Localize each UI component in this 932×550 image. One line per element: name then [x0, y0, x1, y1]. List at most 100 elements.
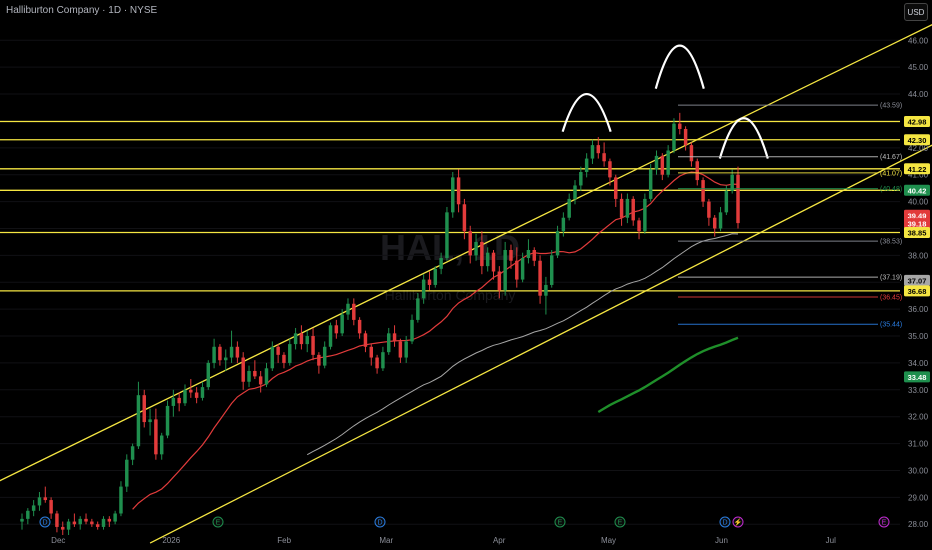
candle-body — [253, 370, 257, 377]
x-tick-label: Jun — [715, 536, 728, 545]
candle-body — [142, 395, 146, 423]
candle-body — [736, 174, 740, 224]
candle-body — [555, 231, 560, 256]
candle-body — [357, 319, 362, 334]
candle-body — [31, 505, 36, 511]
candle-body — [381, 352, 385, 369]
candle-body — [200, 387, 205, 398]
y-tick-label: 33.00 — [908, 386, 929, 395]
x-tick-label: Feb — [277, 536, 291, 545]
candle-body — [20, 518, 24, 522]
candle-body — [37, 497, 42, 506]
candle-body — [683, 128, 688, 146]
candle-body — [654, 155, 659, 170]
candle-body — [183, 389, 187, 404]
candle-body — [375, 357, 379, 369]
candle-body — [468, 231, 472, 256]
candle-body — [631, 198, 635, 221]
candle-body — [107, 518, 112, 522]
candle-body — [480, 241, 484, 267]
candle-body — [317, 354, 321, 366]
candle-body — [101, 518, 106, 527]
x-tick-label: May — [601, 536, 616, 545]
candle-body — [119, 486, 123, 514]
candle-body — [136, 395, 141, 447]
candle-body — [84, 518, 88, 522]
candle-body — [707, 201, 711, 218]
candle-body — [590, 145, 595, 159]
candle-body — [229, 346, 234, 358]
candle-body — [305, 336, 309, 345]
candle-body — [55, 513, 59, 527]
candle-body — [288, 344, 292, 363]
candle-body — [451, 177, 455, 213]
candle-body — [404, 341, 408, 358]
fib-level-label: (38.53) — [880, 239, 902, 246]
candle-body — [328, 325, 333, 347]
candle-body — [270, 346, 275, 369]
y-tick-label: 40.00 — [908, 198, 929, 207]
y-tick-label: 44.00 — [908, 90, 929, 99]
fib-level-label: (40.48) — [880, 186, 902, 193]
candle-body — [66, 521, 71, 530]
candle-body — [439, 258, 443, 269]
candle-body — [712, 217, 717, 229]
candle-body — [520, 258, 525, 280]
chart-background — [0, 0, 932, 550]
watermark-name: Halliburton Company — [385, 287, 516, 303]
candle-body — [614, 177, 618, 199]
price-tag-label: 41.22 — [908, 165, 927, 174]
candle-body — [410, 319, 414, 342]
event-marker-glyph: ⚡ — [734, 518, 743, 527]
y-tick-label: 38.00 — [908, 251, 929, 260]
candle-body — [247, 370, 251, 382]
y-tick-label: 31.00 — [908, 440, 929, 449]
candle-body — [648, 169, 653, 199]
candle-body — [311, 336, 315, 355]
price-tag-label: 37.07 — [908, 276, 927, 285]
price-chart[interactable]: HAL, 1D Halliburton Company (43.59)(41.6… — [0, 0, 932, 550]
currency-button[interactable]: USD — [904, 3, 928, 21]
candle-body — [299, 333, 304, 345]
candle-body — [602, 153, 606, 162]
candle-body — [386, 333, 391, 353]
candle-body — [433, 268, 438, 285]
candle-body — [212, 346, 216, 363]
candle-body — [125, 459, 129, 487]
candle-body — [264, 368, 269, 385]
candle-body — [26, 510, 30, 519]
price-tag-label: 38.85 — [908, 229, 927, 238]
x-tick-label: Apr — [493, 536, 506, 545]
event-marker-glyph: D — [377, 520, 382, 527]
candle-body — [456, 177, 461, 205]
candle-body — [293, 333, 298, 345]
x-tick-label: 2026 — [162, 536, 180, 545]
candle-body — [72, 521, 77, 525]
candle-body — [43, 497, 48, 501]
x-tick-label: Dec — [51, 536, 65, 545]
candle-body — [596, 145, 601, 154]
candle-body — [165, 405, 170, 436]
candle-body — [130, 446, 135, 460]
event-marker-glyph: E — [558, 520, 563, 527]
candle-body — [608, 161, 612, 178]
candle-body — [532, 249, 536, 261]
candle-body — [695, 161, 699, 181]
candle-body — [346, 303, 350, 315]
candle-body — [398, 341, 403, 358]
candle-body — [218, 346, 222, 361]
candle-body — [718, 212, 723, 229]
candle-body — [95, 524, 100, 527]
candle-body — [678, 123, 682, 129]
y-tick-label: 28.00 — [908, 520, 929, 529]
fib-level-label: (41.07) — [880, 170, 902, 177]
y-tick-label: 45.00 — [908, 63, 929, 72]
event-marker-glyph: D — [722, 520, 727, 527]
candle-body — [567, 198, 571, 218]
candle-body — [177, 397, 181, 404]
candle-body — [276, 346, 280, 355]
chart-title: Halliburton Company · 1D · NYSE — [6, 5, 158, 16]
event-marker-glyph: E — [882, 520, 887, 527]
candle-body — [509, 249, 513, 261]
candle-body — [334, 325, 339, 334]
